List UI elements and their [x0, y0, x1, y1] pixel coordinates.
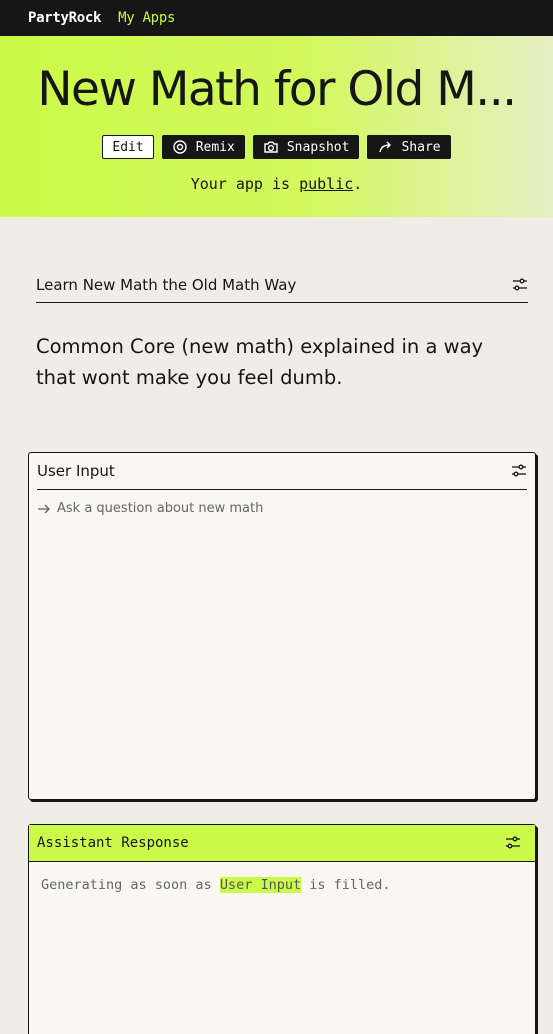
edit-button[interactable]: Edit	[102, 135, 154, 159]
assistant-response-header: Assistant Response	[29, 825, 535, 862]
share-button[interactable]: Share	[367, 135, 451, 159]
share-button-label: Share	[401, 139, 441, 155]
app-header: New Math for Old M... Edit Remix Snapsho…	[0, 36, 553, 217]
remix-button-label: Remix	[195, 139, 235, 155]
settings-sliders-icon[interactable]	[511, 464, 527, 478]
assistant-response-widget: Assistant Response Generating as soon as…	[28, 824, 536, 1034]
visibility-link[interactable]: public	[299, 175, 353, 193]
remix-icon	[173, 140, 187, 154]
assistant-response-title: Assistant Response	[37, 835, 189, 851]
edit-button-label: Edit	[112, 139, 144, 155]
app-description: Common Core (new math) explained in a wa…	[36, 335, 484, 389]
description-header: Learn New Math the Old Math Way	[36, 268, 528, 303]
snapshot-button-label: Snapshot	[286, 139, 350, 155]
brand-logo[interactable]: PartyRock	[28, 10, 101, 26]
user-input-placeholder: Ask a question about new math	[57, 501, 264, 516]
visibility-line: Your app is public.	[0, 175, 553, 193]
description-heading: Learn New Math the Old Math Way	[36, 276, 297, 294]
status-suffix: is filled.	[301, 877, 391, 893]
header-actions: Edit Remix Snapshot Share	[0, 135, 553, 159]
user-input-widget: User Input Ask a question about new math	[28, 452, 536, 800]
camera-icon	[264, 141, 278, 153]
remix-button[interactable]: Remix	[161, 135, 245, 159]
visibility-prefix: Your app is	[190, 175, 300, 193]
arrow-right-icon	[38, 504, 50, 513]
status-prefix: Generating as soon as	[41, 877, 220, 893]
user-input-field[interactable]: Ask a question about new math	[37, 501, 263, 516]
visibility-suffix: .	[353, 175, 363, 193]
status-user-input-ref: User Input	[219, 877, 302, 893]
top-nav-bar: PartyRock My Apps	[0, 0, 553, 36]
my-apps-link[interactable]: My Apps	[118, 10, 175, 26]
share-arrow-icon	[379, 141, 392, 153]
snapshot-button[interactable]: Snapshot	[252, 135, 360, 159]
settings-sliders-icon[interactable]	[512, 278, 528, 292]
assistant-response-status: Generating as soon as User Input is fill…	[41, 877, 391, 893]
settings-sliders-icon[interactable]	[505, 836, 521, 850]
user-input-title: User Input	[37, 462, 115, 480]
user-input-header: User Input	[37, 453, 527, 490]
app-title: New Math for Old M...	[37, 62, 517, 117]
